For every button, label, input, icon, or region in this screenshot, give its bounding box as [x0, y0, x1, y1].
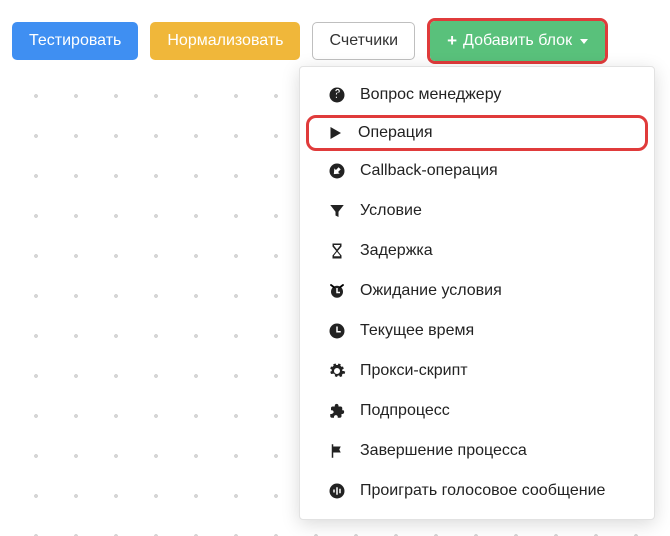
- dropdown-item-label: Условие: [360, 202, 422, 220]
- counters-button[interactable]: Счетчики: [312, 22, 415, 60]
- dropdown-item-clock[interactable]: Текущее время: [304, 311, 650, 351]
- add-block-button[interactable]: + Добавить блок: [430, 21, 605, 61]
- alarm-icon: [327, 281, 347, 301]
- test-button[interactable]: Тестировать: [12, 22, 138, 60]
- dropdown-item-play[interactable]: Операция: [306, 115, 648, 151]
- plus-icon: +: [447, 31, 457, 51]
- dropdown-item-label: Callback-операция: [360, 162, 498, 180]
- flag-icon: [327, 441, 347, 461]
- add-block-label: Добавить блок: [463, 32, 572, 50]
- dropdown-item-alarm[interactable]: Ожидание условия: [304, 271, 650, 311]
- dropdown-item-question[interactable]: Вопрос менеджеру: [304, 75, 650, 115]
- dropdown-item-gear[interactable]: Прокси-скрипт: [304, 351, 650, 391]
- hourglass-icon: [327, 241, 347, 261]
- clock-icon: [327, 321, 347, 341]
- dropdown-item-label: Прокси-скрипт: [360, 362, 468, 380]
- dropdown-item-callback[interactable]: Callback-операция: [304, 151, 650, 191]
- normalize-button[interactable]: Нормализовать: [150, 22, 300, 60]
- question-icon: [327, 85, 347, 105]
- play-icon: [325, 123, 345, 143]
- dropdown-item-label: Вопрос менеджеру: [360, 86, 501, 104]
- dropdown-item-label: Завершение процесса: [360, 442, 527, 460]
- add-block-highlight: + Добавить блок: [427, 18, 608, 64]
- dropdown-item-filter[interactable]: Условие: [304, 191, 650, 231]
- normalize-button-label: Нормализовать: [167, 32, 283, 50]
- chevron-down-icon: [580, 39, 588, 44]
- dropdown-item-flag[interactable]: Завершение процесса: [304, 431, 650, 471]
- dropdown-item-voice[interactable]: Проиграть голосовое сообщение: [304, 471, 650, 511]
- dropdown-item-label: Ожидание условия: [360, 282, 502, 300]
- counters-button-label: Счетчики: [329, 32, 398, 50]
- voice-icon: [327, 481, 347, 501]
- dropdown-item-label: Операция: [358, 124, 433, 142]
- filter-icon: [327, 201, 347, 221]
- dropdown-item-label: Текущее время: [360, 322, 474, 340]
- add-block-dropdown: Вопрос менеджеру Операция Callback-операци…: [299, 66, 655, 520]
- puzzle-icon: [327, 401, 347, 421]
- dropdown-item-hourglass[interactable]: Задержка: [304, 231, 650, 271]
- dropdown-item-puzzle[interactable]: Подпроцесс: [304, 391, 650, 431]
- dropdown-item-label: Подпроцесс: [360, 402, 450, 420]
- gear-icon: [327, 361, 347, 381]
- dropdown-item-label: Проиграть голосовое сообщение: [360, 482, 605, 500]
- test-button-label: Тестировать: [29, 32, 121, 50]
- dropdown-item-label: Задержка: [360, 242, 433, 260]
- callback-icon: [327, 161, 347, 181]
